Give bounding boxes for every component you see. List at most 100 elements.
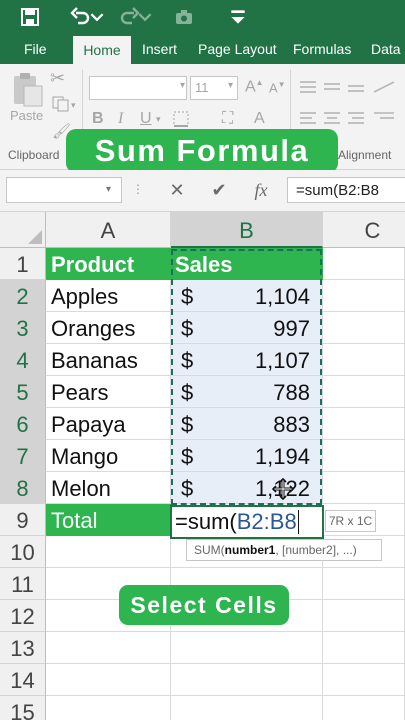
borders-icon[interactable] [172,110,190,128]
camera-icon[interactable] [172,5,196,29]
currency-symbol: $ [181,444,194,469]
tab-insert[interactable]: Insert [142,34,177,64]
row-header[interactable]: 12 [0,600,46,632]
row-header[interactable]: 3 [0,312,46,344]
font-color-icon[interactable]: A [254,110,265,128]
increase-font-icon[interactable]: A▲ [245,78,264,96]
table-cell-product[interactable]: Oranges [46,312,171,344]
table-cell[interactable] [323,600,405,632]
row-header[interactable]: 10 [0,536,46,568]
fill-color-icon[interactable]: ⛶ [222,110,233,128]
row-header[interactable]: 4 [0,344,46,376]
row-header[interactable]: 2 [0,280,46,312]
redo-dropdown-icon[interactable] [138,5,152,29]
insert-function-button[interactable]: fx [249,178,273,202]
bold-button[interactable]: B [92,110,104,128]
table-cell-sales[interactable]: $1,104 [171,280,323,312]
table-cell[interactable] [171,696,323,720]
row-header[interactable]: 8 [0,472,46,504]
cell-a1-header-product[interactable]: Product [46,248,171,280]
underline-dropdown-icon[interactable]: ▾ [156,114,161,125]
copy-icon[interactable] [52,96,70,112]
table-cell-product[interactable]: Melon [46,472,171,504]
decrease-font-icon[interactable]: A▼ [269,80,286,95]
paste-label[interactable]: Paste [10,108,43,123]
row-header[interactable]: 1 [0,248,46,280]
table-cell-sales[interactable]: $1,194 [171,440,323,472]
table-cell[interactable] [323,312,405,344]
table-cell-sales[interactable]: $1,107 [171,344,323,376]
underline-button[interactable]: U [140,110,152,128]
cell-b1-header-sales[interactable]: Sales [171,248,323,280]
row-header[interactable]: 5 [0,376,46,408]
function-tooltip-name: SUM( [194,543,225,557]
name-box[interactable] [6,177,122,203]
row-header[interactable]: 15 [0,696,46,720]
table-cell-product[interactable]: Mango [46,440,171,472]
table-cell[interactable] [46,632,171,664]
table-cell-sales[interactable]: $883 [171,408,323,440]
italic-button[interactable]: I [118,110,123,128]
table-cell-product[interactable]: Bananas [46,344,171,376]
tab-page-layout[interactable]: Page Layout [198,34,277,64]
ribbon-tabs: File Home Insert Page Layout Formulas Da… [0,34,405,64]
table-cell[interactable] [46,536,171,568]
table-cell[interactable] [323,280,405,312]
column-header-b[interactable]: B [171,212,323,248]
table-cell-product[interactable]: Apples [46,280,171,312]
table-cell-sales[interactable]: $997 [171,312,323,344]
paste-icon[interactable] [10,70,44,108]
table-cell-product[interactable]: Papaya [46,408,171,440]
table-cell[interactable] [171,664,323,696]
undo-icon[interactable] [68,5,92,29]
save-icon[interactable] [18,5,42,29]
function-tooltip[interactable]: SUM(number1, [number2], ...) [186,539,382,561]
row-header[interactable]: 11 [0,568,46,600]
table-cell[interactable] [323,248,405,280]
customize-toolbar-icon[interactable] [226,5,250,29]
row-header[interactable]: 6 [0,408,46,440]
table-cell[interactable] [171,632,323,664]
font-name-box[interactable] [89,76,187,100]
table-cell[interactable] [323,440,405,472]
table-cell[interactable] [323,664,405,696]
select-all-corner[interactable] [0,212,46,248]
enter-button[interactable]: ✔ [207,178,231,202]
active-cell-b9[interactable]: =sum(B2:B8 [170,505,324,539]
table-cell[interactable] [323,568,405,600]
sales-amount: 1,107 [254,348,310,373]
table-cell[interactable] [323,632,405,664]
align-horizontal-icons[interactable] [298,110,398,130]
table-cell-product[interactable]: Pears [46,376,171,408]
table-cell[interactable] [323,344,405,376]
row-header[interactable]: 9 [0,504,46,536]
undo-dropdown-icon[interactable] [90,5,104,29]
align-top-icons[interactable] [298,78,398,98]
formula-bar-grip-icon[interactable]: ⋮ [132,182,144,196]
tab-file[interactable]: File [24,34,47,64]
table-cell[interactable] [46,696,171,720]
table-cell-sales[interactable]: $788 [171,376,323,408]
row-header[interactable]: 14 [0,664,46,696]
formula-input[interactable]: =sum(B2:B8 [287,177,405,203]
table-cell[interactable] [323,696,405,720]
cell-a9-total[interactable]: Total [46,504,171,536]
column-header-a[interactable]: A [46,212,171,248]
column-header-c[interactable]: C [323,212,405,248]
row-header[interactable]: 7 [0,440,46,472]
tab-formulas[interactable]: Formulas [293,34,351,64]
cancel-button[interactable]: ✕ [165,178,189,202]
table-cell-sales[interactable]: $1,122 [171,472,323,504]
table-cell[interactable] [46,664,171,696]
font-size-dropdown-icon[interactable]: ▾ [228,80,233,91]
table-cell[interactable] [323,376,405,408]
name-box-dropdown-icon[interactable]: ▾ [106,184,111,195]
cut-icon[interactable]: ✂ [50,68,65,89]
tab-data[interactable]: Data [371,34,401,64]
table-cell[interactable] [323,408,405,440]
font-name-dropdown-icon[interactable]: ▾ [180,80,185,91]
table-cell[interactable] [323,472,405,504]
copy-dropdown-icon[interactable]: ▾ [71,100,76,111]
row-header[interactable]: 13 [0,632,46,664]
tab-home[interactable]: Home [73,36,131,64]
